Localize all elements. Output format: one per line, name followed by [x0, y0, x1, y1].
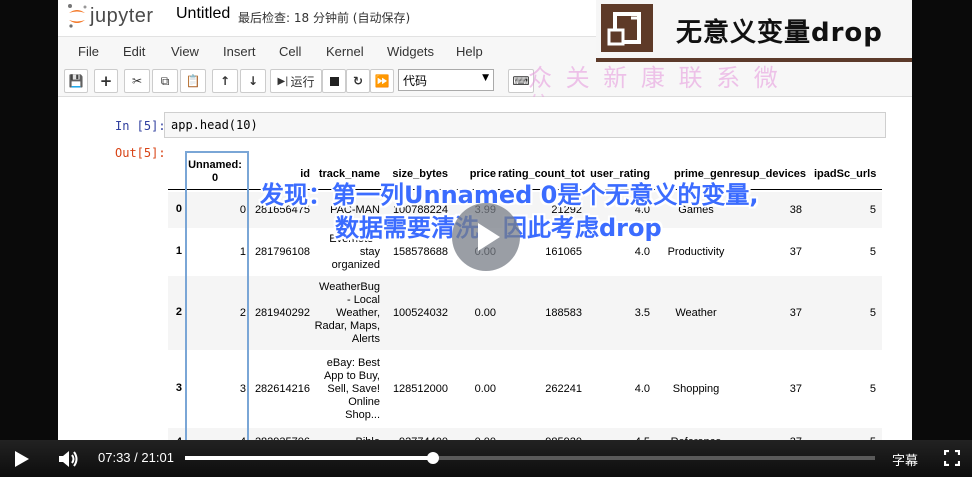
video-frame[interactable]: jupyter Untitled 最后检查: 18 分钟前 (自动保存) Fil… [0, 0, 972, 477]
arrow-up-icon: ↑ [219, 74, 231, 88]
table-cell: 37 [789, 306, 802, 319]
row-index: 3 [175, 382, 182, 394]
restart-button[interactable]: ↻ [346, 69, 370, 93]
restart-run-all-button[interactable]: ⏩ [370, 69, 394, 93]
table-cell: 158578688 [392, 245, 448, 258]
progress-bar[interactable] [185, 452, 875, 464]
cell-type-value: 代码 [403, 73, 428, 88]
table-cell: 281940292 [254, 306, 310, 319]
menu-cell[interactable]: Cell [279, 44, 301, 59]
table-cell: WeatherBug - Local Weather, Radar, Maps,… [314, 280, 380, 345]
notebook-toolbar: 💾 + ✂ ⧉ 📋 ↑ ↓ ▶| 运行 ↻ ⏩ 代码 ▼ ⌨ [58, 66, 912, 97]
arrow-down-icon: ↓ [247, 74, 259, 88]
run-label: 运行 [290, 74, 315, 89]
table-cell: 188583 [545, 306, 582, 319]
table-cell: 5 [869, 245, 876, 258]
menu-view[interactable]: View [171, 44, 199, 59]
watermark-text: 众 关 新 康 联 系 微 [528, 64, 781, 92]
table-cell: 4.0 [634, 245, 650, 258]
center-play-button[interactable] [452, 203, 520, 271]
paste-button[interactable]: 📋 [180, 69, 206, 93]
brand-overlay: 无意义变量drop [596, 0, 912, 62]
scissors-icon: ✂ [131, 74, 143, 88]
brand-logo-icon [601, 4, 653, 52]
table-cell: 281796108 [254, 245, 310, 258]
cell-type-select[interactable]: 代码 ▼ [398, 69, 494, 91]
save-button[interactable]: 💾 [64, 69, 88, 93]
table-cell: 0.00 [474, 306, 496, 319]
restart-icon: ↻ [352, 74, 364, 88]
table-cell: Weather [675, 306, 717, 319]
table-cell: 262241 [545, 382, 582, 395]
table-cell: 37 [789, 245, 802, 258]
row-index: 2 [175, 306, 182, 318]
paste-icon: 📋 [185, 74, 201, 88]
move-down-button[interactable]: ↓ [240, 69, 266, 93]
row-index: 0 [175, 203, 182, 215]
save-icon: 💾 [68, 74, 84, 88]
fast-forward-icon: ⏩ [374, 74, 390, 88]
table-cell: 100524032 [392, 306, 448, 319]
copy-button[interactable]: ⧉ [152, 69, 178, 93]
subtitle-line-1: 发现：第一列Unnamed 0是个无意义的变量, [260, 181, 759, 209]
play-icon[interactable] [10, 448, 32, 470]
move-up-button[interactable]: ↑ [212, 69, 238, 93]
interrupt-button[interactable] [322, 69, 346, 93]
column-highlight-box [185, 151, 249, 451]
video-controls: 07:33 / 21:01 字幕 [0, 440, 972, 477]
table-cell: 5 [869, 382, 876, 395]
menu-widgets[interactable]: Widgets [387, 44, 434, 59]
menu-file[interactable]: File [78, 44, 99, 59]
table-cell: 5 [869, 203, 876, 216]
time-display: 07:33 / 21:01 [98, 450, 174, 465]
table-cell: 5 [869, 306, 876, 319]
cut-button[interactable]: ✂ [124, 69, 150, 93]
run-button[interactable]: ▶| 运行 [270, 69, 322, 93]
duration: 21:01 [141, 450, 174, 465]
stop-icon [329, 76, 339, 86]
jupyter-logo-icon [68, 4, 87, 28]
jupyter-logo-text: jupyter [90, 4, 154, 27]
fullscreen-icon[interactable] [944, 450, 960, 466]
menu-kernel[interactable]: Kernel [326, 44, 364, 59]
jupyter-logo[interactable]: jupyter [66, 3, 154, 29]
notebook-title[interactable]: Untitled [176, 5, 230, 23]
column-header: ipadSc_urls [814, 168, 877, 180]
table-cell: 0.00 [474, 382, 496, 395]
row-index: 1 [175, 245, 182, 257]
progress-fill [185, 456, 433, 460]
run-icon: ▶| [277, 75, 289, 87]
copy-icon: ⧉ [160, 73, 170, 88]
table-cell: 282614216 [254, 382, 310, 395]
current-time: 07:33 [98, 450, 131, 465]
table-cell: 37 [789, 382, 802, 395]
input-prompt: In [5]: [115, 119, 166, 133]
table-cell: 4.0 [634, 382, 650, 395]
menu-insert[interactable]: Insert [223, 44, 256, 59]
plus-icon: + [99, 72, 113, 90]
captions-button[interactable]: 字幕 [892, 450, 918, 469]
add-cell-button[interactable]: + [94, 69, 118, 93]
table-cell: eBay: Best App to Buy, Sell, Save! Onlin… [323, 356, 380, 421]
table-cell: 3.5 [634, 306, 650, 319]
code-cell[interactable]: app.head(10) [164, 112, 886, 138]
table-cell: Productivity [667, 245, 725, 258]
output-prompt: Out[5]: [115, 146, 166, 160]
code-text[interactable]: app.head(10) [171, 118, 258, 132]
menu-help[interactable]: Help [456, 44, 483, 59]
table-cell: 128512000 [392, 382, 448, 395]
chevron-down-icon: ▼ [482, 73, 489, 83]
table-cell: Shopping [672, 382, 720, 395]
volume-icon[interactable] [56, 448, 80, 470]
menu-edit[interactable]: Edit [123, 44, 145, 59]
progress-knob[interactable] [426, 452, 439, 464]
brand-title: 无意义变量drop [676, 18, 883, 48]
time-separator: / [134, 450, 138, 465]
checkpoint-status: 最后检查: 18 分钟前 (自动保存) [238, 11, 411, 25]
